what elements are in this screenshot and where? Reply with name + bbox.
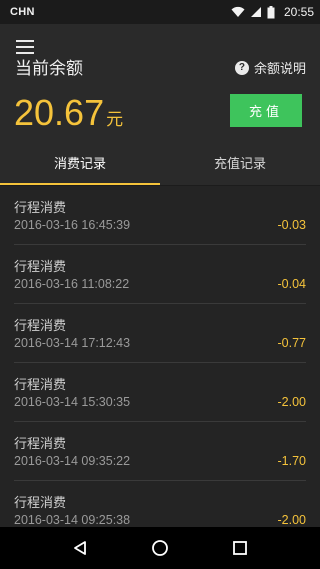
list-item[interactable]: 行程消费 2016-03-14 09:25:38 -2.00 — [14, 481, 306, 527]
record-tabs: 消费记录 充值记录 — [0, 140, 320, 186]
record-type: 行程消费 — [14, 260, 67, 275]
record-date: 2016-03-14 17:12:43 — [14, 336, 131, 350]
back-button[interactable] — [60, 528, 100, 568]
back-triangle-icon — [74, 541, 86, 555]
tab-recharge-records[interactable]: 充值记录 — [160, 140, 320, 185]
tab-consumption-records[interactable]: 消费记录 — [0, 140, 160, 185]
menu-icon[interactable] — [16, 40, 34, 54]
balance-unit: 元 — [106, 110, 124, 130]
record-type: 行程消费 — [14, 496, 67, 511]
question-icon: ? — [234, 60, 249, 75]
clock: 20:55 — [283, 5, 314, 19]
recents-square-icon — [233, 541, 247, 555]
carrier-label: CHN — [10, 6, 35, 18]
battery-icon — [267, 5, 275, 18]
status-bar: CHN 20:55 — [0, 0, 320, 24]
recharge-button[interactable]: 充值 — [230, 94, 302, 127]
balance-help-label: 余额说明 — [253, 62, 306, 77]
record-date: 2016-03-14 15:30:35 — [14, 395, 131, 409]
list-item[interactable]: 行程消费 2016-03-16 16:45:39 -0.03 — [14, 186, 306, 245]
list-item[interactable]: 行程消费 2016-03-14 17:12:43 -0.77 — [14, 304, 306, 363]
record-amount: -1.70 — [277, 454, 307, 468]
status-icons: 20:55 — [231, 5, 314, 19]
balance-amount: 20.67 — [14, 92, 105, 133]
home-button[interactable] — [140, 528, 180, 568]
consumption-record-list[interactable]: 行程消费 2016-03-16 16:45:39 -0.03 行程消费 2016… — [0, 186, 320, 527]
signal-icon — [250, 7, 261, 17]
record-date: 2016-03-14 09:35:22 — [14, 454, 131, 468]
wifi-icon — [231, 6, 245, 17]
balance-help-link[interactable]: ? 余额说明 — [234, 58, 306, 77]
record-type: 行程消费 — [14, 319, 67, 334]
balance-display: 20.67 元 — [14, 92, 123, 134]
system-nav-bar — [0, 527, 320, 569]
record-date: 2016-03-16 16:45:39 — [14, 218, 131, 232]
record-amount: -0.77 — [277, 336, 307, 350]
recents-button[interactable] — [220, 528, 260, 568]
record-date: 2016-03-16 11:08:22 — [14, 277, 130, 291]
list-item[interactable]: 行程消费 2016-03-16 11:08:22 -0.04 — [14, 245, 306, 304]
home-circle-icon — [152, 540, 168, 556]
record-date: 2016-03-14 09:25:38 — [14, 513, 131, 527]
record-amount: -0.03 — [277, 218, 307, 232]
record-amount: -0.04 — [277, 277, 307, 291]
record-type: 行程消费 — [14, 378, 67, 393]
record-type: 行程消费 — [14, 437, 67, 452]
record-amount: -2.00 — [277, 513, 307, 527]
list-item[interactable]: 行程消费 2016-03-14 15:30:35 -2.00 — [14, 363, 306, 422]
record-amount: -2.00 — [277, 395, 307, 409]
list-item[interactable]: 行程消费 2016-03-14 09:35:22 -1.70 — [14, 422, 306, 481]
record-type: 行程消费 — [14, 201, 67, 216]
page-title: 当前余额 — [15, 59, 83, 79]
